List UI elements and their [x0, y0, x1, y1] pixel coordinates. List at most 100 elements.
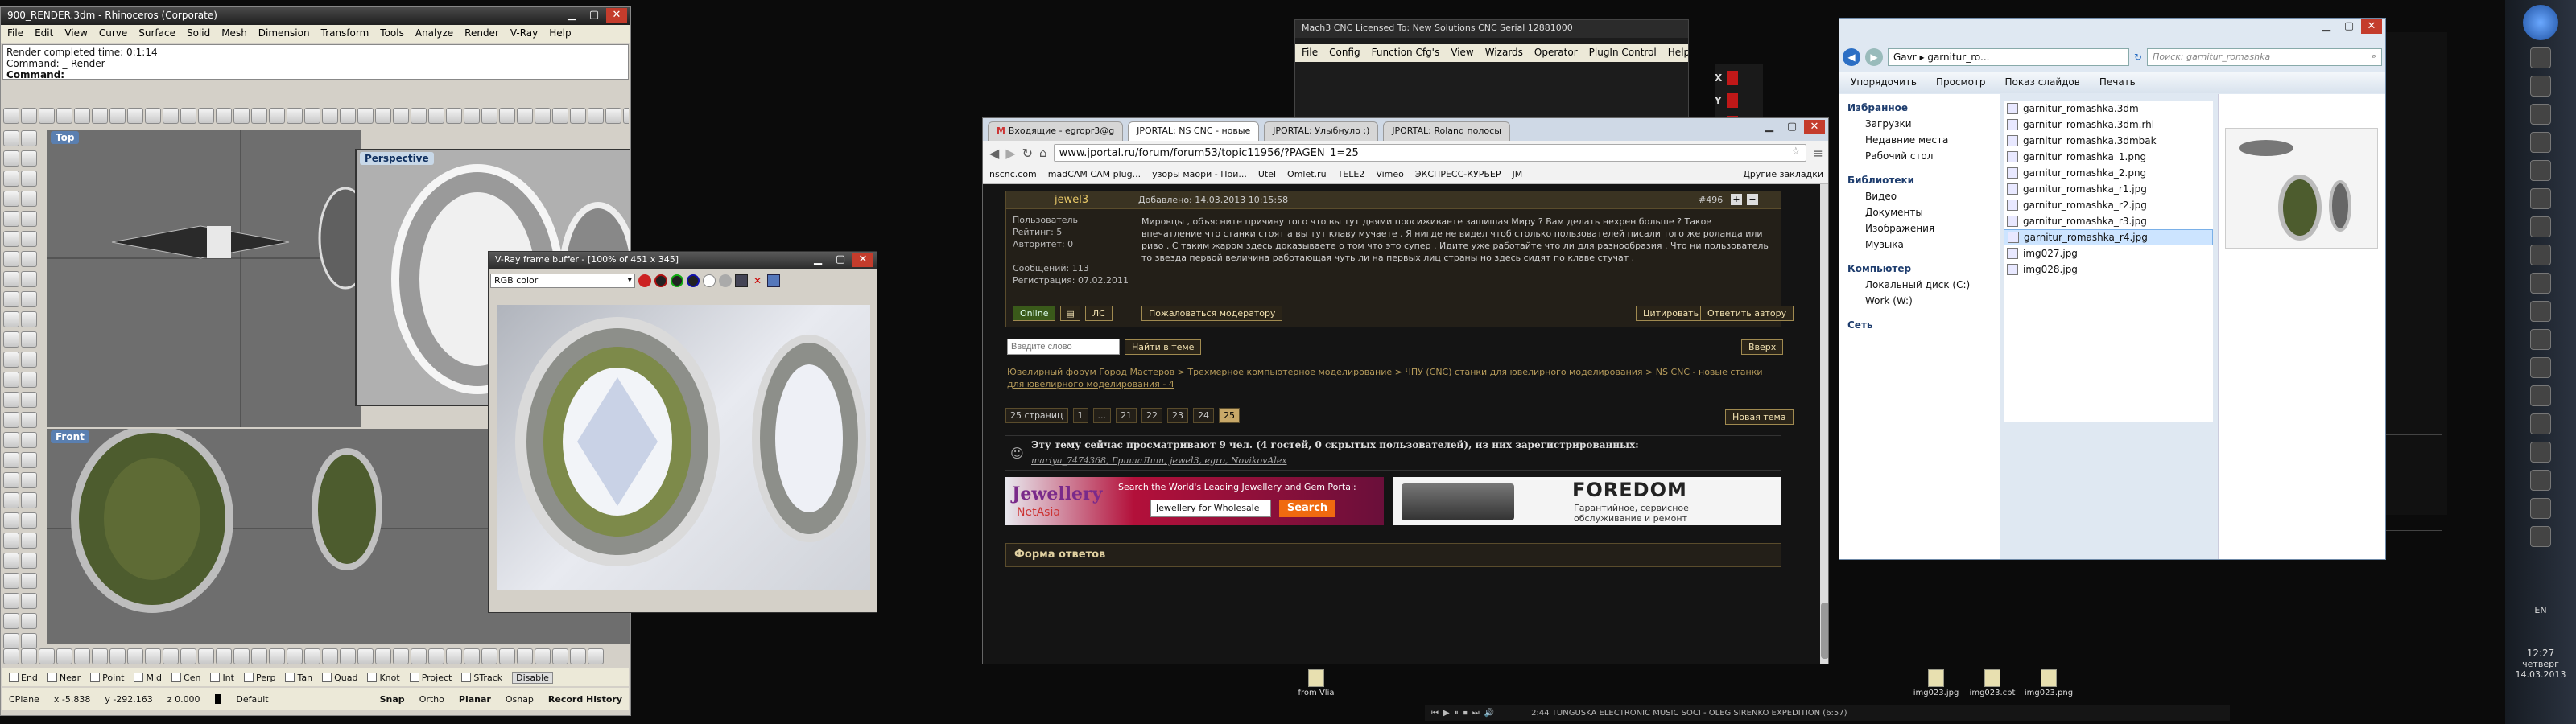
file-item[interactable]: garnitur_romashka_r1.jpg — [2004, 181, 2213, 197]
toolbar-tool-icon[interactable] — [287, 108, 303, 124]
toolbar-tool-icon[interactable] — [464, 108, 480, 124]
channel-select[interactable]: RGB color ▾ — [490, 274, 635, 288]
bookmark-item[interactable]: узоры маори - Пои... — [1152, 169, 1247, 179]
bottom-tool-icon[interactable] — [340, 648, 356, 664]
osnap-mid[interactable]: Mid — [134, 673, 162, 683]
bottom-tool-icon[interactable] — [163, 648, 179, 664]
taskbar-app-icon[interactable] — [2530, 357, 2551, 378]
bottom-tool-icon[interactable] — [251, 648, 267, 664]
status-toggle-ortho[interactable]: Ortho — [419, 694, 444, 705]
bookmark-star-icon[interactable]: ☆ — [1791, 146, 1801, 158]
left-tool-icon[interactable] — [21, 613, 37, 629]
bottom-tool-icon[interactable] — [535, 648, 551, 664]
left-tool-icon[interactable] — [3, 512, 19, 529]
menu-item-surface[interactable]: Surface — [138, 27, 175, 40]
dro-axis-led[interactable] — [1726, 93, 1738, 108]
left-tool-icon[interactable] — [21, 392, 37, 408]
toolbar-tool-icon[interactable] — [180, 108, 196, 124]
menu-item-v-ray[interactable]: V-Ray — [510, 27, 538, 40]
menu-item-file[interactable]: File — [7, 27, 23, 40]
taskbar-app-icon[interactable] — [2530, 188, 2551, 209]
mach3-menu-item[interactable]: Function Cfg's — [1372, 47, 1440, 60]
bottom-tool-icon[interactable] — [393, 648, 409, 664]
menu-item-transform[interactable]: Transform — [321, 27, 369, 40]
close-icon[interactable]: ✕ — [2361, 19, 2382, 34]
post-minus-icon[interactable]: − — [1747, 194, 1758, 205]
left-tool-icon[interactable] — [21, 452, 37, 468]
viewport-top[interactable]: Top — [47, 130, 361, 427]
left-tool-icon[interactable] — [21, 271, 37, 287]
bottom-tool-icon[interactable] — [56, 648, 72, 664]
bottom-tool-icon[interactable] — [180, 648, 196, 664]
bookmark-item[interactable]: nscnc.com — [989, 169, 1037, 179]
banner-jewellery-netasia[interactable]: Jewellery NetAsia Search the World's Lea… — [1005, 477, 1384, 525]
taskbar-app-icon[interactable] — [2530, 273, 2551, 294]
bookmark-item[interactable]: TELE2 — [1338, 169, 1365, 179]
maximize-icon[interactable]: ▢ — [584, 8, 605, 23]
file-item[interactable]: garnitur_romashka.3dm — [2004, 101, 2213, 117]
bottom-tool-icon[interactable] — [499, 648, 515, 664]
maximize-icon[interactable]: ▢ — [2339, 19, 2359, 34]
toolbar-tool-icon[interactable] — [198, 108, 214, 124]
nav-item[interactable]: Музыка — [1843, 237, 1996, 253]
left-tool-icon[interactable] — [3, 291, 19, 307]
osnap-end[interactable]: End — [9, 673, 38, 683]
left-tool-icon[interactable] — [21, 492, 37, 508]
bookmark-item[interactable]: Utel — [1258, 169, 1276, 179]
toolbar-tool-icon[interactable] — [570, 108, 586, 124]
bottom-tool-icon[interactable] — [92, 648, 108, 664]
post-plus-icon[interactable]: + — [1731, 194, 1742, 205]
nav-item[interactable]: Рабочий стол — [1843, 149, 1996, 165]
explorer-toolbar-item[interactable]: Печать — [2099, 76, 2136, 88]
desktop-icon[interactable]: img023.png — [2021, 669, 2077, 697]
toolbar-tool-icon[interactable] — [56, 108, 72, 124]
rhino-titlebar[interactable]: 900_RENDER.3dm - Rhinoceros (Corporate) — [1, 7, 630, 25]
bottom-tool-icon[interactable] — [517, 648, 533, 664]
left-tool-icon[interactable] — [21, 573, 37, 589]
close-icon[interactable]: ✕ — [606, 8, 627, 23]
left-tool-icon[interactable] — [21, 130, 37, 146]
file-item[interactable]: garnitur_romashka_1.png — [2004, 149, 2213, 165]
left-tool-icon[interactable] — [21, 432, 37, 448]
close-icon[interactable]: ✕ — [852, 253, 873, 267]
menu-item-solid[interactable]: Solid — [187, 27, 210, 40]
prev-icon[interactable]: ⏮ — [1431, 709, 1439, 718]
taskbar-app-icon[interactable] — [2530, 442, 2551, 463]
complain-button[interactable]: Пожаловаться модератору — [1141, 306, 1283, 321]
refresh-icon[interactable]: ↻ — [2134, 51, 2142, 63]
explorer-search[interactable]: Поиск: garnitur_romashka ⌕ — [2147, 48, 2382, 66]
page-link[interactable]: 22 — [1141, 408, 1163, 423]
left-tool-icon[interactable] — [3, 593, 19, 609]
left-tool-icon[interactable] — [21, 150, 37, 167]
bottom-tool-icon[interactable] — [145, 648, 161, 664]
bottom-tool-icon[interactable] — [428, 648, 444, 664]
toolbar-tool-icon[interactable] — [233, 108, 250, 124]
post-author[interactable]: jewel3 — [1055, 194, 1088, 206]
left-tool-icon[interactable] — [3, 191, 19, 207]
pause-icon[interactable]: ⏸ — [1455, 709, 1459, 718]
layer-swatch[interactable] — [214, 694, 222, 704]
toolbar-tool-icon[interactable] — [535, 108, 551, 124]
bottom-tool-icon[interactable] — [588, 648, 604, 664]
toolbar-tool-icon[interactable] — [127, 108, 143, 124]
nav-computer[interactable]: Компьютер — [1843, 261, 1996, 278]
smarttrack-toggle[interactable]: STrack — [461, 673, 502, 683]
maximize-icon[interactable]: ▢ — [830, 253, 851, 267]
mach3-titlebar[interactable]: Mach3 CNC Licensed To: New Solutions CNC… — [1295, 20, 1688, 38]
left-tool-icon[interactable] — [21, 472, 37, 488]
left-tool-icon[interactable] — [3, 271, 19, 287]
taskbar-app-icon[interactable] — [2530, 413, 2551, 434]
alpha-channel-icon[interactable] — [719, 274, 732, 287]
left-tool-icon[interactable] — [3, 533, 19, 549]
menu-item-render[interactable]: Render — [464, 27, 499, 40]
red-channel-icon[interactable] — [654, 274, 667, 287]
left-tool-icon[interactable] — [21, 412, 37, 428]
bottom-tool-icon[interactable] — [216, 648, 232, 664]
bottom-tool-icon[interactable] — [322, 648, 338, 664]
osnap-cen[interactable]: Cen — [171, 673, 200, 683]
browser-tab-3[interactable]: JPORTAL: Улыбнуло :) — [1264, 121, 1379, 141]
osnap-project[interactable]: Project — [409, 673, 452, 683]
bottom-tool-icon[interactable] — [481, 648, 497, 664]
left-tool-icon[interactable] — [21, 251, 37, 267]
bookmarks-other[interactable]: Другие закладки — [1743, 169, 1823, 179]
